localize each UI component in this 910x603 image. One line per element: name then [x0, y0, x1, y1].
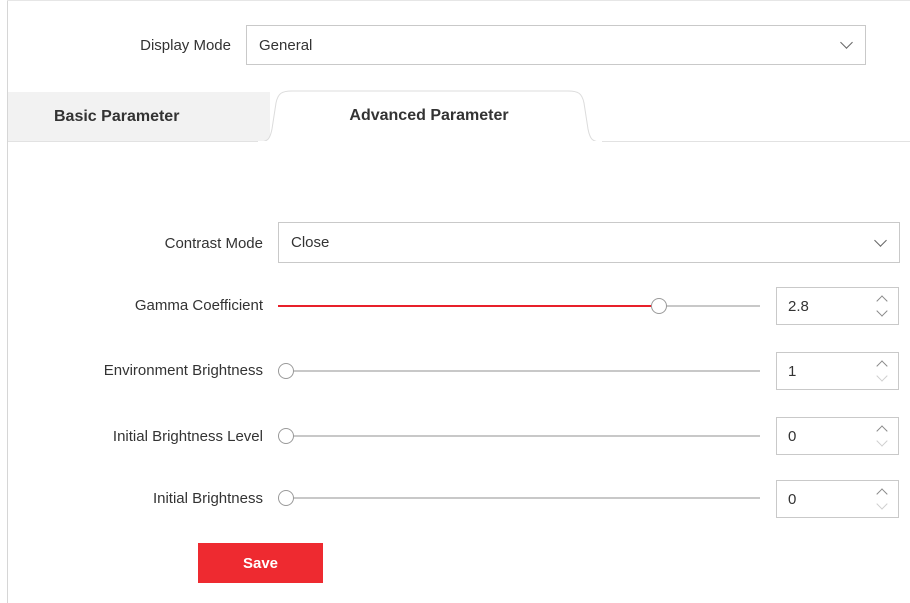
save-button[interactable]: Save: [198, 543, 323, 583]
slider-track: [278, 497, 760, 499]
initial-brightness-level-slider[interactable]: [278, 428, 760, 444]
environment-brightness-value[interactable]: 1: [788, 363, 796, 380]
initial-brightness-level-label: Initial Brightness Level: [112, 428, 263, 445]
display-mode-select[interactable]: General: [246, 25, 866, 65]
environment-brightness-stepper[interactable]: 1: [776, 352, 899, 390]
chevron-down-icon[interactable]: [876, 498, 888, 510]
initial-brightness-level-stepper[interactable]: 0: [776, 417, 899, 455]
gamma-coefficient-stepper[interactable]: 2.8: [776, 287, 899, 325]
chevron-down-icon[interactable]: [876, 370, 888, 382]
chevron-down-icon: [840, 36, 853, 49]
environment-brightness-slider[interactable]: [278, 363, 760, 379]
initial-brightness-value[interactable]: 0: [788, 491, 796, 508]
chevron-down-icon: [874, 233, 887, 247]
slider-track: [278, 370, 760, 372]
initial-brightness-stepper[interactable]: 0: [776, 480, 899, 518]
chevron-down-icon[interactable]: [876, 305, 888, 317]
gamma-coefficient-value[interactable]: 2.8: [788, 298, 809, 315]
slider-track: [278, 435, 760, 437]
display-mode-label: Display Mode: [140, 37, 231, 54]
slider-fill: [278, 305, 659, 307]
initial-brightness-label: Initial Brightness: [152, 490, 263, 507]
gamma-coefficient-slider[interactable]: [278, 298, 760, 314]
slider-handle[interactable]: [278, 428, 294, 444]
environment-brightness-label: Environment Brightness: [103, 362, 263, 379]
contrast-mode-value: Close: [291, 234, 330, 251]
tab-basic-parameter[interactable]: Basic Parameter: [8, 92, 270, 141]
contrast-mode-select[interactable]: Close: [278, 222, 900, 263]
contrast-mode-label: Contrast Mode: [164, 235, 263, 252]
chevron-down-icon[interactable]: [876, 435, 888, 447]
content-border-top: [7, 0, 910, 1]
tab-basic-parameter-label: Basic Parameter: [54, 107, 180, 125]
tab-advanced-parameter[interactable]: Advanced Parameter: [270, 92, 588, 140]
gamma-coefficient-label: Gamma Coefficient: [134, 297, 263, 314]
tab-advanced-parameter-label: Advanced Parameter: [349, 107, 509, 124]
initial-brightness-level-value[interactable]: 0: [788, 428, 796, 445]
slider-handle[interactable]: [278, 490, 294, 506]
display-mode-value: General: [259, 36, 313, 54]
slider-handle[interactable]: [278, 363, 294, 379]
content-border-left: [7, 0, 8, 603]
initial-brightness-slider[interactable]: [278, 490, 760, 506]
slider-handle[interactable]: [650, 298, 667, 314]
